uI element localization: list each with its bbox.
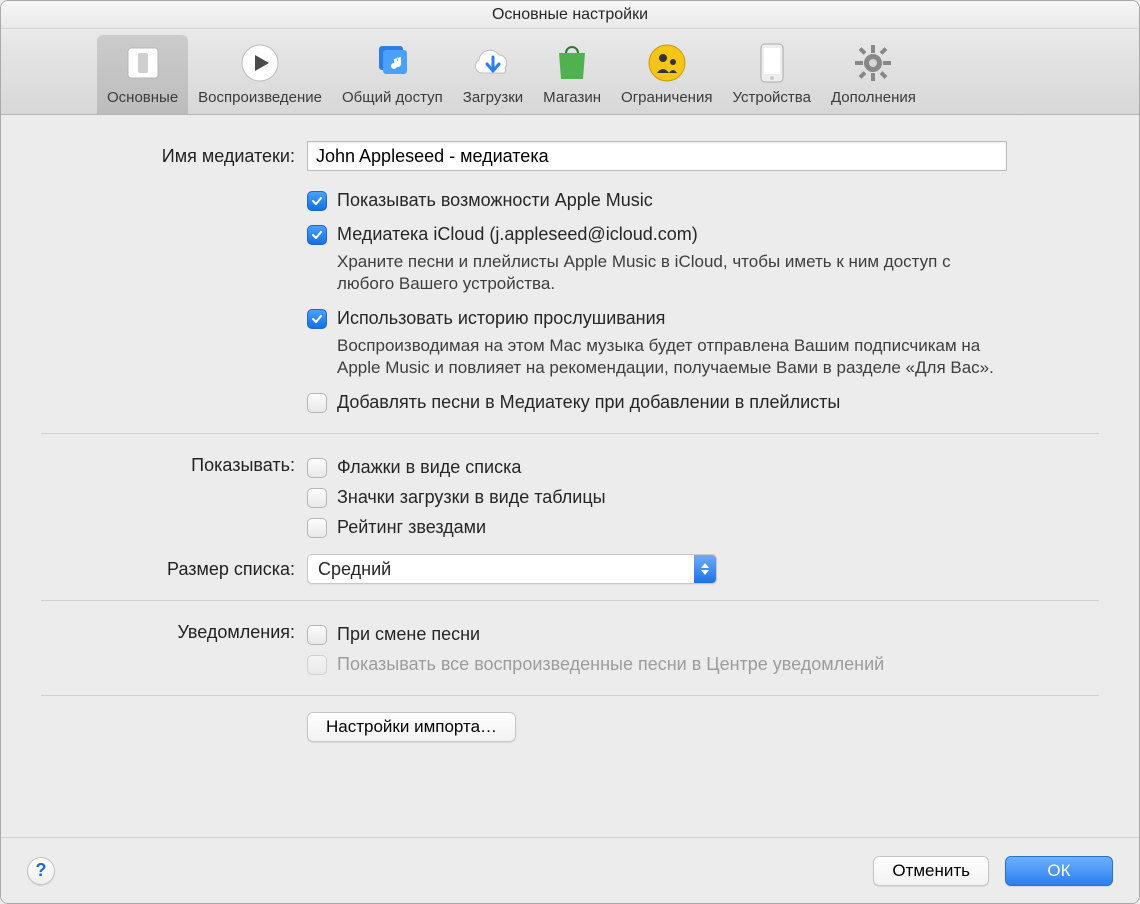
tab-label: Общий доступ [342, 89, 443, 106]
tab-devices[interactable]: Устройства [722, 35, 820, 114]
import-settings-button[interactable]: Настройки импорта… [307, 712, 516, 742]
tab-label: Основные [107, 89, 178, 106]
toolbar: Основные Воспроизведение Общий доступ За… [1, 29, 1139, 115]
notify-on-change-checkbox[interactable] [307, 625, 327, 645]
download-cloud-icon [471, 41, 515, 85]
add-songs-checkbox[interactable] [307, 393, 327, 413]
show-apple-music-label: Показывать возможности Apple Music [337, 187, 653, 213]
divider [41, 433, 1099, 434]
tab-label: Дополнения [831, 89, 916, 106]
tab-label: Магазин [543, 89, 601, 106]
divider [41, 600, 1099, 601]
list-size-label: Размер списка: [41, 554, 307, 584]
help-button[interactable]: ? [27, 857, 55, 885]
icloud-library-checkbox[interactable] [307, 225, 327, 245]
list-checkboxes-label: Флажки в виде списка [337, 454, 521, 480]
content-area: Имя медиатеки: Показывать возможности Ap… [1, 115, 1139, 837]
footer: ? Отменить ОК [1, 837, 1139, 903]
library-name-label: Имя медиатеки: [41, 141, 307, 171]
notify-on-change-label: При смене песни [337, 621, 480, 647]
use-history-desc: Воспроизводимая на этом Mac музыка будет… [337, 335, 1007, 379]
list-size-select[interactable]: Средний [307, 554, 717, 584]
preferences-window: Основные настройки Основные Воспроизведе… [0, 0, 1140, 904]
tab-playback[interactable]: Воспроизведение [188, 35, 332, 114]
tab-restrictions[interactable]: Ограничения [611, 35, 722, 114]
tab-sharing[interactable]: Общий доступ [332, 35, 453, 114]
show-section-label: Показывать: [41, 450, 307, 480]
star-rating-checkbox[interactable] [307, 518, 327, 538]
cancel-button[interactable]: Отменить [873, 856, 989, 886]
show-apple-music-checkbox[interactable] [307, 191, 327, 211]
star-rating-label: Рейтинг звездами [337, 514, 486, 540]
tab-label: Ограничения [621, 89, 712, 106]
icloud-library-desc: Храните песни и плейлисты Apple Music в … [337, 251, 1007, 295]
tab-label: Загрузки [463, 89, 523, 106]
tab-label: Воспроизведение [198, 89, 322, 106]
parental-icon [645, 41, 689, 85]
tab-advanced[interactable]: Дополнения [821, 35, 926, 114]
notify-all-checkbox [307, 655, 327, 675]
tab-store[interactable]: Магазин [533, 35, 611, 114]
divider [41, 695, 1099, 696]
music-files-icon [370, 41, 414, 85]
play-icon [238, 41, 282, 85]
add-songs-label: Добавлять песни в Медиатеку при добавлен… [337, 389, 840, 415]
icloud-library-label: Медиатека iCloud (j.appleseed@icloud.com… [337, 221, 698, 247]
device-icon [750, 41, 794, 85]
use-history-label: Использовать историю прослушивания [337, 305, 665, 331]
window-title: Основные настройки [1, 1, 1139, 29]
use-history-checkbox[interactable] [307, 309, 327, 329]
tab-downloads[interactable]: Загрузки [453, 35, 533, 114]
download-icons-checkbox[interactable] [307, 488, 327, 508]
notifications-label: Уведомления: [41, 617, 307, 647]
library-name-input[interactable] [307, 141, 1007, 171]
bag-icon [550, 41, 594, 85]
ok-button[interactable]: ОК [1005, 856, 1113, 886]
download-icons-label: Значки загрузки в виде таблицы [337, 484, 606, 510]
list-checkboxes-checkbox[interactable] [307, 458, 327, 478]
tab-general[interactable]: Основные [97, 35, 188, 114]
tab-label: Устройства [732, 89, 810, 106]
switch-icon [121, 41, 165, 85]
chevron-updown-icon [694, 555, 716, 583]
notify-all-label: Показывать все воспроизведенные песни в … [337, 651, 884, 677]
gear-icon [851, 41, 895, 85]
